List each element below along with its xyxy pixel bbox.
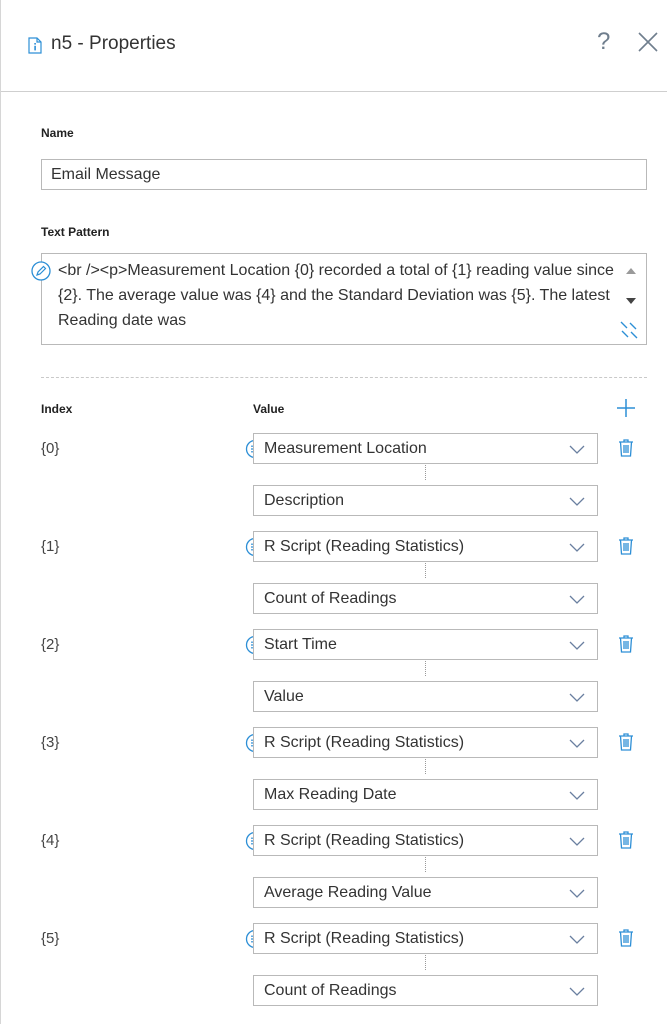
trash-icon — [619, 733, 633, 751]
delete-row-button[interactable] — [617, 438, 635, 463]
plus-icon — [617, 399, 635, 417]
field-select[interactable]: Count of Readings — [253, 583, 598, 614]
field-select-value: Value — [264, 688, 304, 705]
row-index: {0} — [41, 440, 60, 457]
delete-row-button[interactable] — [617, 536, 635, 561]
row-connector — [425, 661, 426, 676]
source-select-value: R Script (Reading Statistics) — [264, 930, 465, 947]
source-select[interactable]: R Script (Reading Statistics) — [253, 825, 598, 856]
name-field[interactable]: Email Message — [41, 159, 647, 190]
section-divider — [41, 377, 647, 378]
chevron-down-icon — [569, 837, 585, 846]
source-select[interactable]: R Script (Reading Statistics) — [253, 727, 598, 758]
source-select-value: R Script (Reading Statistics) — [264, 734, 465, 751]
delete-row-button[interactable] — [617, 830, 635, 855]
text-pattern-value[interactable]: <br /><p>Measurement Location {0} record… — [58, 258, 614, 333]
close-icon — [638, 32, 658, 52]
close-button[interactable] — [637, 31, 659, 58]
trash-icon — [619, 439, 633, 457]
delete-row-button[interactable] — [617, 634, 635, 659]
chevron-down-icon — [569, 693, 585, 702]
triangle-down-icon — [626, 298, 636, 304]
trash-icon — [619, 537, 633, 555]
row-index: {4} — [41, 832, 60, 849]
row-connector — [425, 759, 426, 774]
trash-icon — [619, 831, 633, 849]
row-index: {3} — [41, 734, 60, 751]
source-select[interactable]: R Script (Reading Statistics) — [253, 923, 598, 954]
chevron-down-icon — [569, 935, 585, 944]
field-select[interactable]: Description — [253, 485, 598, 516]
row-connector — [425, 857, 426, 872]
scroll-down-arrow[interactable] — [624, 293, 638, 311]
source-select[interactable]: Measurement Location — [253, 433, 598, 464]
source-select[interactable]: R Script (Reading Statistics) — [253, 531, 598, 562]
field-select[interactable]: Average Reading Value — [253, 877, 598, 908]
chevron-down-icon — [569, 641, 585, 650]
chevron-down-icon — [569, 445, 585, 454]
chevron-down-icon — [569, 987, 585, 996]
properties-panel: n5 - Properties ? Name Email Message Tex… — [0, 0, 667, 1024]
text-pattern-label: Text Pattern — [41, 225, 110, 239]
chevron-down-icon — [569, 791, 585, 800]
trash-icon — [619, 929, 633, 947]
row-connector — [425, 563, 426, 578]
source-select-value: R Script (Reading Statistics) — [264, 538, 465, 555]
source-select[interactable]: Start Time — [253, 629, 598, 660]
index-column-header: Index — [41, 402, 73, 416]
field-select-value: Max Reading Date — [264, 786, 397, 803]
edit-pattern-button[interactable] — [31, 261, 51, 286]
source-select-value: R Script (Reading Statistics) — [264, 832, 465, 849]
field-select[interactable]: Max Reading Date — [253, 779, 598, 810]
field-select-value: Count of Readings — [264, 590, 397, 607]
row-connector — [425, 465, 426, 480]
document-info-icon — [28, 37, 42, 59]
delete-row-button[interactable] — [617, 732, 635, 757]
panel-title: n5 - Properties — [51, 33, 176, 54]
row-connector — [425, 955, 426, 970]
text-pattern-field[interactable]: <br /><p>Measurement Location {0} record… — [41, 253, 647, 345]
trash-icon — [619, 635, 633, 653]
name-label: Name — [41, 126, 74, 140]
panel-header: n5 - Properties ? — [1, 0, 667, 92]
expand-icon — [620, 321, 638, 339]
value-column-header: Value — [253, 402, 285, 416]
field-select[interactable]: Value — [253, 681, 598, 712]
chevron-down-icon — [569, 497, 585, 506]
add-row-button[interactable] — [616, 398, 636, 423]
field-select-value: Count of Readings — [264, 982, 397, 999]
row-index: {2} — [41, 636, 60, 653]
source-select-value: Measurement Location — [264, 440, 427, 457]
field-select-value: Description — [264, 492, 345, 509]
field-select[interactable]: Count of Readings — [253, 975, 598, 1006]
chevron-down-icon — [569, 543, 585, 552]
triangle-up-icon — [626, 268, 636, 274]
row-index: {5} — [41, 930, 60, 947]
scroll-up-arrow[interactable] — [624, 263, 638, 281]
chevron-down-icon — [569, 739, 585, 748]
pencil-icon — [31, 261, 51, 281]
row-index: {1} — [41, 538, 60, 555]
expand-editor-button[interactable] — [619, 320, 639, 345]
delete-row-button[interactable] — [617, 928, 635, 953]
chevron-down-icon — [569, 889, 585, 898]
source-select-value: Start Time — [264, 636, 337, 653]
field-select-value: Average Reading Value — [264, 884, 432, 901]
help-button[interactable]: ? — [597, 28, 610, 56]
chevron-down-icon — [569, 595, 585, 604]
